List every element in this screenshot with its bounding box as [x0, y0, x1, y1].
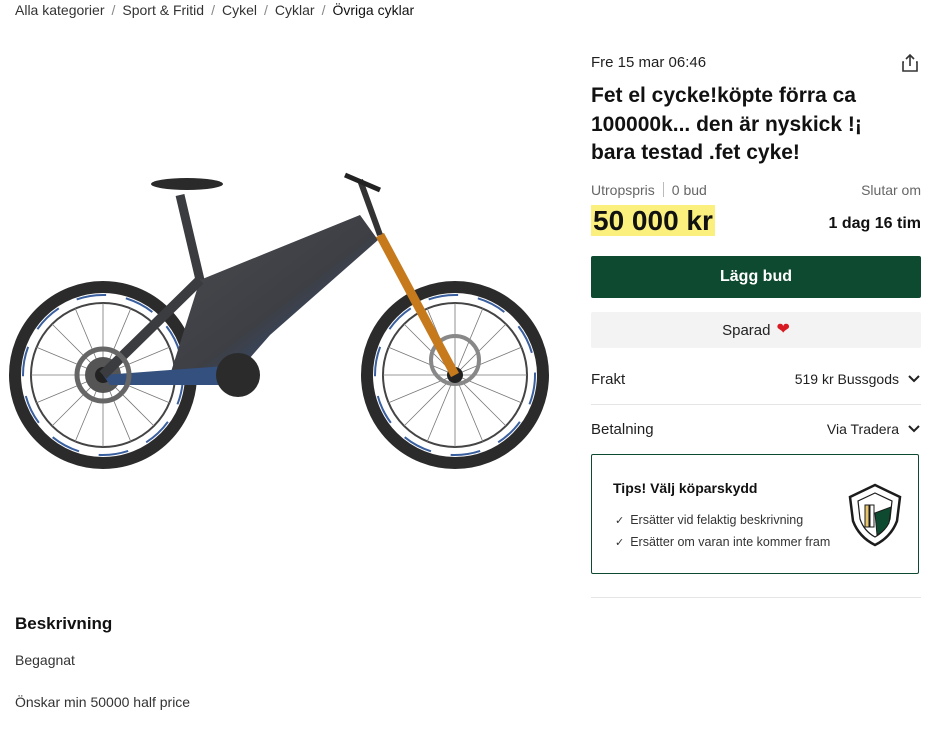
list-item: ✓ Ersätter om varan inte kommer fram — [615, 531, 830, 553]
time-left: 1 dag 16 tim — [828, 215, 921, 232]
payment-value: Via Tradera — [826, 421, 899, 437]
breadcrumb-link-all-categories[interactable]: Alla kategorier — [15, 2, 105, 18]
buyer-protection-box[interactable]: Tips! Välj köparskydd ✓ Ersätter vid fela… — [591, 454, 919, 574]
chevron-down-icon — [908, 375, 920, 383]
shipping-value-group: 519 kr Bussgods — [795, 371, 921, 387]
description-text: Önskar min 50000 half price — [15, 694, 191, 710]
breadcrumb-current: Övriga cyklar — [332, 2, 415, 18]
price-meta: Utropspris 0 bud — [591, 182, 707, 198]
shipping-label: Frakt — [591, 370, 626, 388]
breadcrumb-link-cyklar[interactable]: Cyklar — [275, 2, 315, 18]
listing-title: Fet el cycke!köpte förra ca 100000k... d… — [591, 84, 862, 164]
protection-item-text: Ersätter vid felaktig beskrivning — [630, 513, 804, 527]
place-bid-label: Lägg bud — [720, 268, 792, 285]
meta-divider — [662, 182, 664, 197]
saved-button[interactable]: Sparad ❤ — [591, 312, 921, 348]
chevron-down-icon — [908, 425, 920, 433]
breadcrumb: Alla kategorier / Sport & Fritid / Cykel / Cyk… — [15, 2, 414, 18]
item-condition: Begagnat — [15, 652, 75, 668]
shield-icon — [848, 483, 902, 547]
price: 50 000 kr — [591, 205, 715, 237]
ends-label: Slutar om — [861, 182, 921, 198]
breadcrumb-link-cykel[interactable]: Cykel — [222, 2, 257, 18]
list-item: ✓ Ersätter vid felaktig beskrivning — [615, 509, 830, 531]
check-icon: ✓ — [615, 536, 625, 549]
check-icon: ✓ — [615, 514, 625, 527]
share-icon — [902, 53, 918, 72]
breadcrumb-separator: / — [111, 2, 116, 18]
section-divider — [591, 597, 921, 598]
share-button[interactable] — [899, 52, 921, 74]
breadcrumb-separator: / — [264, 2, 268, 18]
price-meta-row: Utropspris 0 bud Slutar om — [591, 182, 921, 198]
heart-icon: ❤ — [776, 321, 790, 338]
shipping-row[interactable]: Frakt 519 kr Bussgods — [591, 354, 921, 405]
shipping-value: 519 kr Bussgods — [794, 371, 899, 387]
price-value: 50 000 kr — [591, 205, 715, 236]
payment-row[interactable]: Betalning Via Tradera — [591, 404, 921, 454]
saved-label: Sparad — [722, 321, 771, 339]
price-type-label: Utropspris — [591, 182, 655, 198]
listing-date: Fre 15 mar 06:46 — [591, 54, 707, 71]
description-heading: Beskrivning — [15, 614, 113, 633]
protection-item-text: Ersätter om varan inte kommer fram — [630, 535, 831, 549]
payment-label: Betalning — [591, 420, 654, 438]
bid-count: 0 bud — [671, 182, 707, 198]
breadcrumb-link-sport-fritid[interactable]: Sport & Fritid — [122, 2, 204, 18]
breadcrumb-separator: / — [321, 2, 326, 18]
bike-illustration — [9, 172, 549, 469]
buyer-protection-title: Tips! Välj köparskydd — [613, 480, 758, 496]
product-image[interactable] — [0, 160, 570, 490]
buyer-protection-list: ✓ Ersätter vid felaktig beskrivning ✓ Ersä… — [615, 509, 830, 553]
breadcrumb-separator: / — [211, 2, 215, 18]
payment-value-group: Via Tradera — [827, 421, 921, 437]
place-bid-button[interactable]: Lägg bud — [591, 256, 921, 298]
